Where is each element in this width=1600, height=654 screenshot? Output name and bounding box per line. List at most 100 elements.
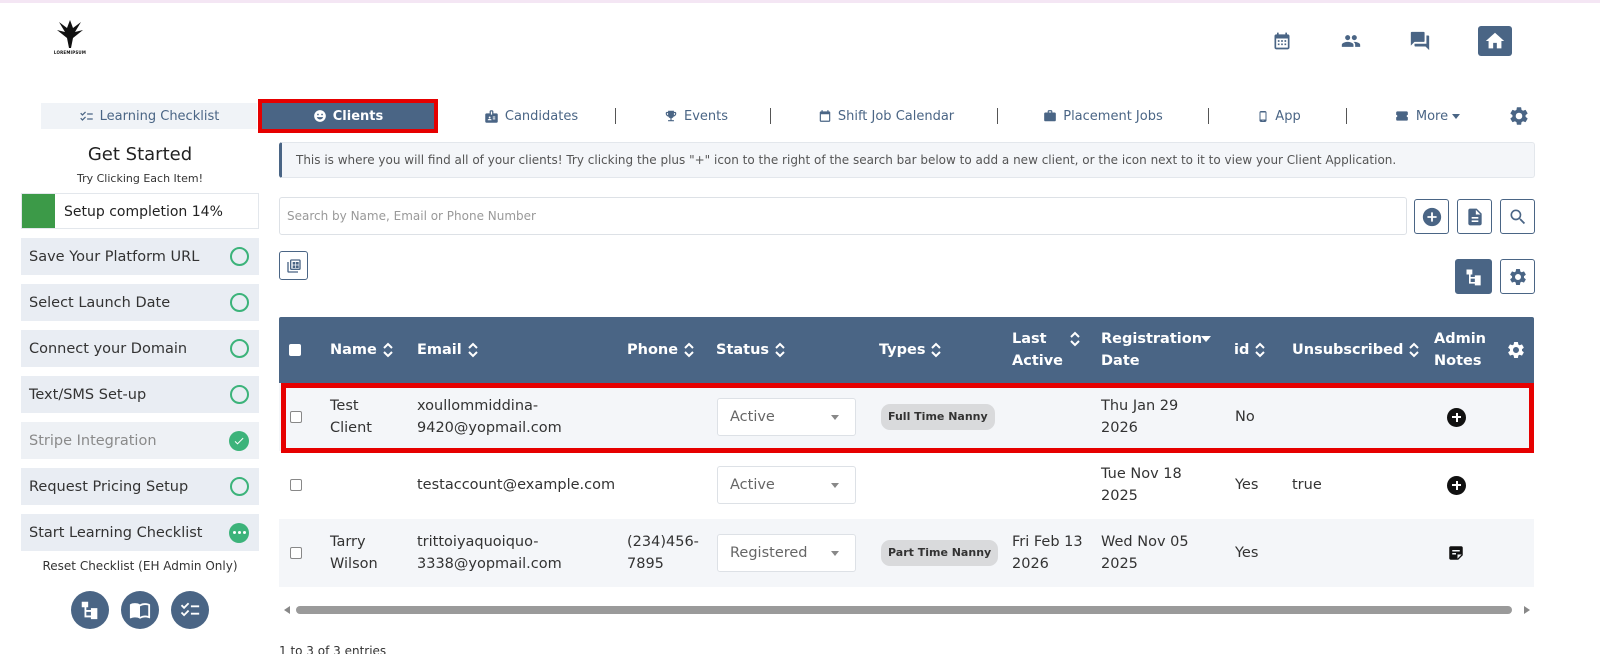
- sitemap-icon: [81, 601, 98, 620]
- sidebar-item-connect-domain[interactable]: Connect your Domain: [21, 330, 259, 367]
- plus-circle-icon[interactable]: [1447, 475, 1466, 495]
- table-settings-button[interactable]: [1500, 259, 1535, 294]
- cell-name: Test Client: [330, 398, 372, 436]
- status-value: Active: [730, 409, 775, 425]
- cell-phone: [627, 451, 707, 519]
- column-label: Email: [417, 342, 462, 358]
- tab-more[interactable]: More: [1352, 103, 1502, 129]
- tab-label: Clients: [332, 108, 384, 124]
- scroll-left-arrow-icon[interactable]: [284, 606, 290, 614]
- sidebar-item-start-learning-checklist[interactable]: Start Learning Checklist: [21, 514, 259, 551]
- column-header-last-active[interactable]: Last Active: [1012, 317, 1082, 383]
- chat-icon[interactable]: [1405, 26, 1435, 56]
- cell-registration-date: Thu Jan 29 2026: [1101, 398, 1179, 436]
- sitemap-button[interactable]: [71, 591, 109, 629]
- sidebar-item-label: Text/SMS Set-up: [29, 386, 147, 403]
- horizontal-scrollbar[interactable]: [284, 604, 1534, 616]
- tab-separator: [1208, 108, 1209, 124]
- cell-email: xoullommiddina-9420@yopmail.com: [417, 398, 562, 436]
- column-label: Status: [716, 342, 770, 358]
- tab-app[interactable]: App: [1214, 103, 1344, 129]
- tab-learning-checklist[interactable]: Learning Checklist: [41, 103, 257, 129]
- cell-id: No: [1235, 409, 1255, 425]
- status-select[interactable]: Registered: [717, 534, 856, 572]
- client-application-button[interactable]: [1457, 199, 1492, 234]
- cell-admin-notes: [1447, 519, 1465, 587]
- add-client-button[interactable]: [1414, 199, 1449, 234]
- tab-label: Placement Jobs: [1063, 108, 1163, 124]
- status-select[interactable]: Active: [717, 466, 856, 504]
- sidebar-item-text-sms-setup[interactable]: Text/SMS Set-up: [21, 376, 259, 413]
- column-header-email[interactable]: Email: [417, 317, 478, 383]
- more-dots-icon: [229, 522, 249, 543]
- sidebar-title: Get Started: [87, 144, 193, 165]
- tab-candidates[interactable]: Candidates: [441, 103, 621, 129]
- setup-progress-bar: Setup completion 14%: [21, 193, 259, 229]
- caret-down-icon: [831, 483, 839, 488]
- scrollbar-thumb[interactable]: [296, 606, 1512, 614]
- cell-types: Full Time Nanny: [881, 383, 995, 451]
- row-checkbox[interactable]: [290, 547, 302, 559]
- book-button[interactable]: [121, 591, 159, 629]
- row-checkbox[interactable]: [290, 479, 302, 491]
- cell-email: testaccount@example.com: [417, 477, 616, 493]
- cell-name: [330, 451, 390, 519]
- cell-registration-date: Wed Nov 05 2025: [1101, 534, 1189, 572]
- table-row[interactable]: Tarry Wilson trittoiyaquoiquo-3338@yopma…: [279, 519, 1534, 587]
- search-input[interactable]: [279, 197, 1407, 235]
- top-accent-line: [0, 0, 1600, 3]
- sidebar-item-label: Stripe Integration: [29, 432, 157, 449]
- table-row[interactable]: testaccount@example.com Active Tue Nov 1…: [279, 451, 1534, 519]
- cell-last-active: [1012, 451, 1092, 519]
- note-icon[interactable]: [1447, 544, 1465, 562]
- calendar-icon[interactable]: [1267, 26, 1297, 56]
- check-circle-icon: [229, 430, 249, 451]
- sort-icon: [1255, 342, 1266, 358]
- search-button[interactable]: [1500, 199, 1535, 234]
- header-icons: [0, 26, 1600, 56]
- sidebar-item-request-pricing-setup[interactable]: Request Pricing Setup: [21, 468, 259, 505]
- row-checkbox[interactable]: [290, 411, 302, 423]
- column-header-id[interactable]: id: [1234, 317, 1266, 383]
- select-all-checkbox[interactable]: [289, 344, 301, 356]
- column-header-phone[interactable]: Phone: [627, 317, 694, 383]
- home-icon[interactable]: [1478, 26, 1512, 56]
- column-settings-gear-icon[interactable]: [1506, 317, 1526, 383]
- sidebar-item-save-platform-url[interactable]: Save Your Platform URL: [21, 238, 259, 275]
- status-select[interactable]: Active: [717, 398, 856, 436]
- cell-registration-date: Tue Nov 18 2025: [1101, 466, 1182, 504]
- column-header-types[interactable]: Types: [879, 317, 942, 383]
- table-row[interactable]: Test Client xoullommiddina-9420@yopmail.…: [279, 383, 1534, 451]
- tab-placement-jobs[interactable]: Placement Jobs: [1003, 103, 1203, 129]
- column-label: id: [1234, 342, 1250, 358]
- column-header-registration-date[interactable]: Registration Date: [1101, 317, 1221, 383]
- checklist-button[interactable]: [171, 591, 209, 629]
- nav-settings-gear-icon[interactable]: [1508, 105, 1530, 127]
- smile-icon: [313, 110, 326, 122]
- sidebar-item-stripe-integration[interactable]: Stripe Integration: [21, 422, 259, 459]
- copy-button[interactable]: [279, 251, 308, 280]
- scroll-right-arrow-icon[interactable]: [1524, 606, 1530, 614]
- column-header-admin-notes[interactable]: Admin Notes: [1434, 317, 1494, 383]
- column-label: Types: [879, 342, 926, 358]
- people-icon[interactable]: [1336, 26, 1366, 56]
- tree-view-button[interactable]: [1455, 259, 1492, 294]
- column-header-unsubscribed[interactable]: Unsubscribed: [1292, 317, 1420, 383]
- plus-circle-icon[interactable]: [1447, 407, 1466, 427]
- copy-grid-icon: [286, 258, 301, 273]
- document-icon: [1467, 208, 1482, 225]
- circle-icon: [230, 247, 249, 266]
- reset-checklist-link[interactable]: Reset Checklist (EH Admin Only): [21, 559, 259, 573]
- tab-events[interactable]: Events: [621, 103, 771, 129]
- cell-name: Tarry Wilson: [330, 534, 378, 572]
- trophy-icon: [665, 110, 677, 122]
- sidebar-item-select-launch-date[interactable]: Select Launch Date: [21, 284, 259, 321]
- tab-clients[interactable]: Clients: [258, 99, 438, 133]
- tab-shift-job-calendar[interactable]: Shift Job Calendar: [776, 103, 996, 129]
- column-label: Last Active: [1012, 331, 1064, 369]
- column-header-status[interactable]: Status: [716, 317, 785, 383]
- circle-icon: [230, 385, 249, 404]
- sort-icon: [1409, 342, 1420, 358]
- sidebar-item-label: Save Your Platform URL: [29, 248, 200, 265]
- column-header-name[interactable]: Name: [330, 317, 393, 383]
